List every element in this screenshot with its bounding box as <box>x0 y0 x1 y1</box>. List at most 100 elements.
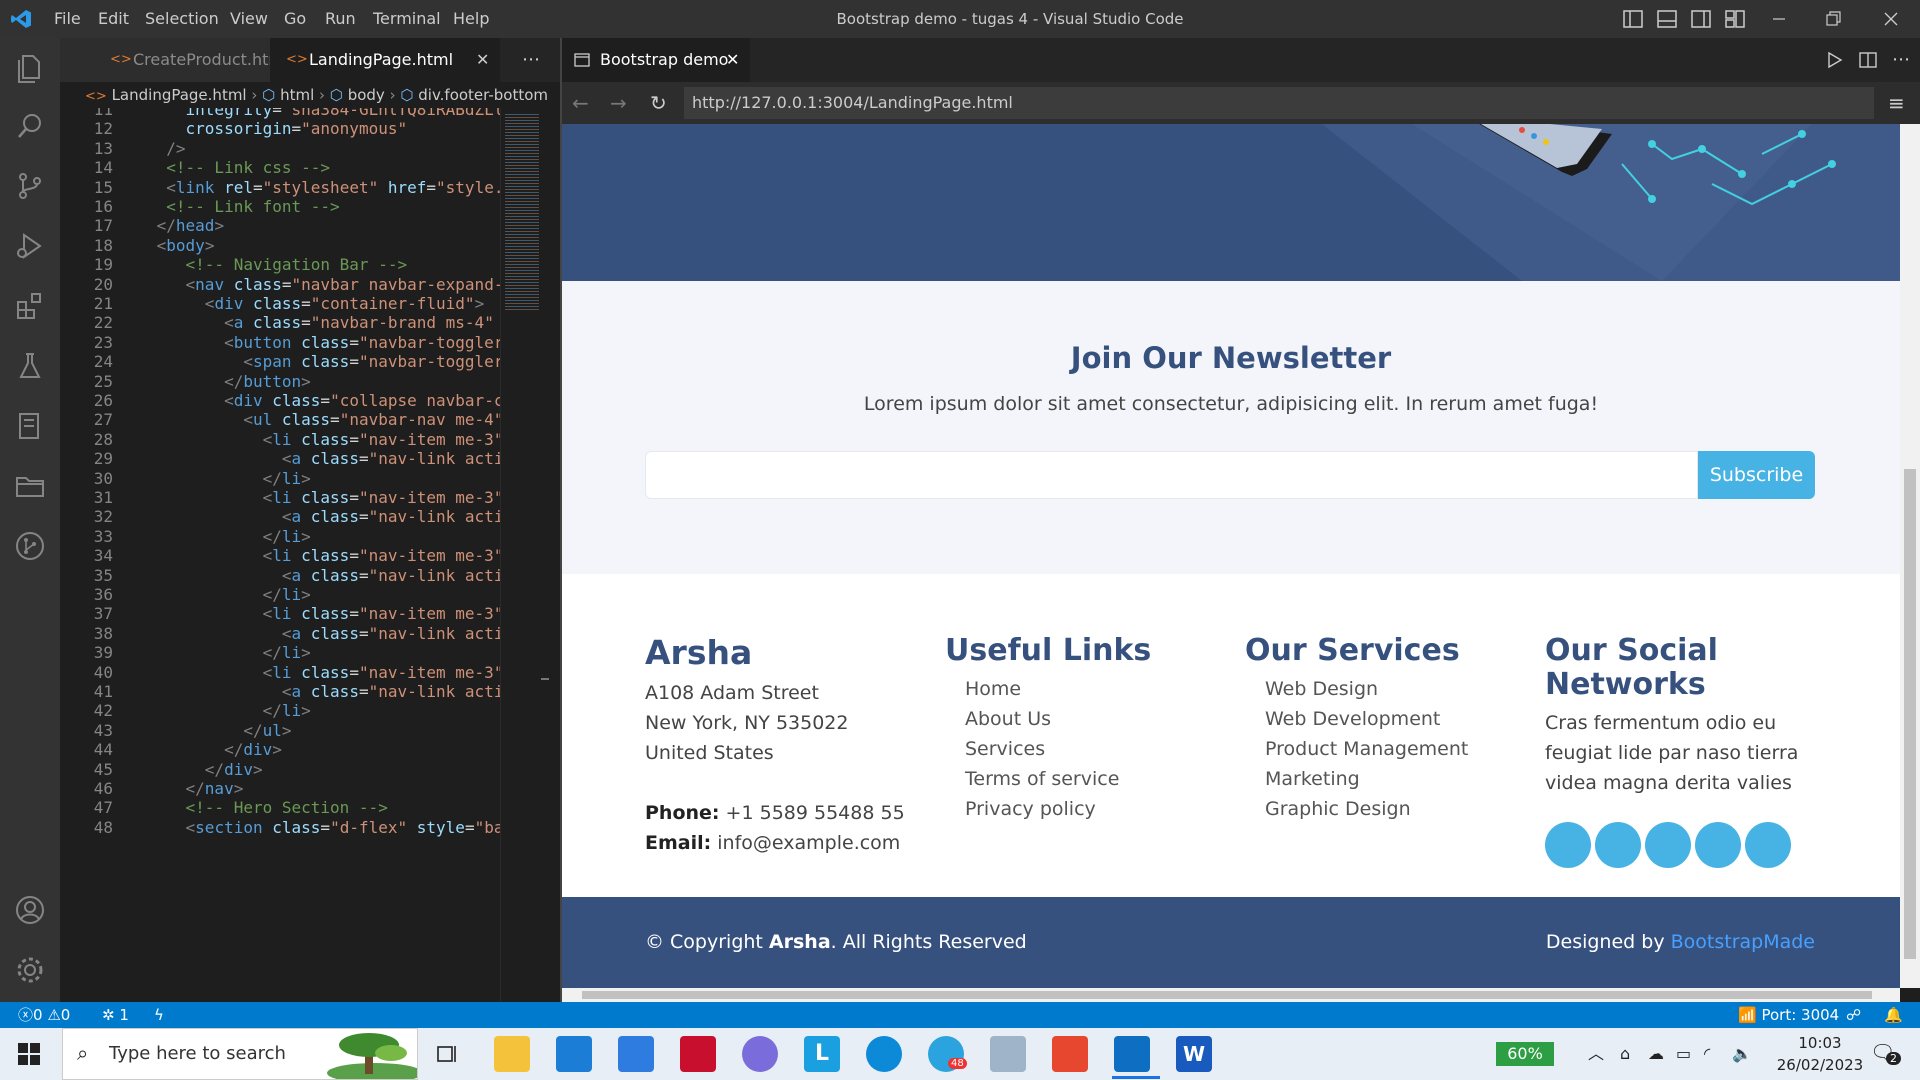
back-icon[interactable]: ← <box>572 82 589 124</box>
social-link-4[interactable] <box>1695 822 1741 868</box>
social-link-5[interactable] <box>1745 822 1791 868</box>
run-icon[interactable] <box>1824 50 1844 70</box>
git-graph-icon[interactable] <box>14 530 46 562</box>
accounts-icon[interactable] <box>14 894 46 926</box>
toggle-primary-sidebar-icon[interactable] <box>1622 8 1644 30</box>
breadcrumb-file[interactable]: LandingPage.html <box>112 86 247 104</box>
footer-link-services[interactable]: Services <box>945 734 1225 764</box>
battery-percent[interactable]: 60% <box>1496 1042 1554 1066</box>
code-line[interactable]: 48 <section class="d-flex" style="ba <box>60 816 500 840</box>
footer-service-item[interactable]: Web Development <box>1245 704 1525 734</box>
testing-icon[interactable] <box>14 350 46 382</box>
code-editor[interactable]: 11 integrity="sha384-GLhlTQ8iRABdZLl6 12 … <box>60 108 500 1002</box>
social-link-1[interactable] <box>1545 822 1591 868</box>
reload-icon[interactable]: ↻ <box>650 82 667 124</box>
menu-run[interactable]: Run <box>325 0 356 38</box>
menu-file[interactable]: File <box>54 0 81 38</box>
scrollbar-thumb[interactable] <box>582 991 1872 999</box>
l-app-icon[interactable]: L <box>804 1036 840 1072</box>
file-explorer-icon[interactable] <box>494 1036 530 1072</box>
social-link-3[interactable] <box>1645 822 1691 868</box>
menu-view[interactable]: View <box>230 0 268 38</box>
mcafee-icon[interactable] <box>680 1036 716 1072</box>
menu-go[interactable]: Go <box>284 0 306 38</box>
explorer-icon[interactable] <box>14 52 46 84</box>
clock[interactable]: 10:03 26/02/2023 <box>1760 1032 1880 1076</box>
source-control-icon[interactable] <box>14 170 46 202</box>
newsletter-email-input[interactable] <box>645 451 1698 499</box>
footer-link-home[interactable]: Home <box>945 674 1225 704</box>
horizontal-scrollbar[interactable] <box>562 988 1900 1002</box>
ports-indicator[interactable]: ✲ 1 <box>102 1002 129 1028</box>
photos-icon[interactable] <box>990 1036 1026 1072</box>
close-tab-icon[interactable]: ✕ <box>726 38 739 82</box>
feedback-icon[interactable]: ☍ <box>1846 1002 1861 1028</box>
volume-icon[interactable]: 🔈 <box>1732 1028 1752 1080</box>
search-icon[interactable] <box>14 110 46 142</box>
extensions-icon[interactable] <box>14 290 46 322</box>
tab-bootstrap-demo[interactable]: Bootstrap demo ✕ <box>562 38 750 82</box>
footer-service-item[interactable]: Graphic Design <box>1245 794 1525 824</box>
telegram-icon[interactable]: 48 <box>928 1036 967 1072</box>
minimize-icon[interactable] <box>1768 8 1790 30</box>
more-actions-icon[interactable]: ⋯ <box>522 38 540 82</box>
tab-createproduct[interactable]: <> CreateProduct.html <box>60 38 288 82</box>
menu-selection[interactable]: Selection <box>145 0 219 38</box>
split-editor-icon[interactable] <box>1858 50 1878 70</box>
photo-editor-icon[interactable] <box>1052 1036 1088 1072</box>
notification-center-icon[interactable]: 🗨 2 <box>1870 1040 1901 1066</box>
social-link-2[interactable] <box>1595 822 1641 868</box>
lightning-icon[interactable]: ϟ <box>154 1002 164 1028</box>
url-input[interactable]: http://127.0.0.1:3004/LandingPage.html <box>684 87 1874 119</box>
mail-icon[interactable] <box>556 1036 592 1072</box>
task-view-icon[interactable] <box>436 1042 460 1066</box>
forward-icon[interactable]: → <box>610 82 627 124</box>
footer-service-item[interactable]: Marketing <box>1245 764 1525 794</box>
footer-service-item[interactable]: Web Design <box>1245 674 1525 704</box>
copilot-icon[interactable] <box>742 1036 778 1072</box>
breadcrumb-body[interactable]: body <box>348 86 385 104</box>
battery-icon[interactable]: ▭ <box>1676 1028 1691 1080</box>
vertical-scrollbar[interactable] <box>1900 124 1920 988</box>
windows-start-icon[interactable] <box>18 1043 40 1065</box>
live-server-port[interactable]: 📶 Port: 3004 <box>1738 1002 1839 1028</box>
settings-gear-icon[interactable] <box>14 954 46 986</box>
onedrive-icon[interactable]: ☁ <box>1648 1028 1664 1080</box>
footer-link-terms[interactable]: Terms of service <box>945 764 1225 794</box>
close-tab-icon[interactable]: ✕ <box>476 38 489 82</box>
taskbar-search[interactable]: ⌕ Type here to search <box>62 1028 418 1080</box>
footer-link-about[interactable]: About Us <box>945 704 1225 734</box>
toggle-secondary-sidebar-icon[interactable] <box>1690 8 1712 30</box>
tray-app-icon[interactable]: ⌂ <box>1620 1028 1630 1080</box>
footer-link-privacy[interactable]: Privacy policy <box>945 794 1225 824</box>
close-window-icon[interactable] <box>1880 8 1902 30</box>
run-debug-icon[interactable] <box>14 230 46 262</box>
bootstrapmade-link[interactable]: BootstrapMade <box>1671 931 1815 953</box>
wifi-icon[interactable]: ◜ <box>1704 1028 1710 1080</box>
footer-service-item[interactable]: Product Management <box>1245 734 1525 764</box>
menu-icon[interactable]: ≡ <box>1888 82 1905 124</box>
word-icon[interactable]: W <box>1176 1036 1212 1072</box>
problems-indicator[interactable]: ⓧ0 ⚠0 <box>18 1002 70 1028</box>
show-hidden-icons-icon[interactable]: ︿ <box>1588 1028 1604 1080</box>
menu-terminal[interactable]: Terminal <box>373 0 441 38</box>
line-code: <a class="nav-link acti <box>281 682 500 701</box>
vscode-taskbar-icon[interactable] <box>1114 1036 1150 1072</box>
toggle-panel-icon[interactable] <box>1656 8 1678 30</box>
remote-explorer-icon[interactable] <box>14 410 46 442</box>
minimap[interactable] <box>500 108 551 1002</box>
todo-icon[interactable] <box>618 1036 654 1072</box>
more-actions-icon[interactable]: ⋯ <box>1892 38 1910 82</box>
edge-icon[interactable] <box>866 1036 902 1072</box>
menu-edit[interactable]: Edit <box>98 0 129 38</box>
breadcrumb-html[interactable]: html <box>280 86 314 104</box>
restore-icon[interactable] <box>1822 8 1844 30</box>
scrollbar-thumb[interactable] <box>1904 469 1916 959</box>
breadcrumb-div[interactable]: div.footer-bottom <box>418 86 548 104</box>
tab-landingpage[interactable]: <> LandingPage.html ✕ <box>270 38 500 82</box>
subscribe-button[interactable]: Subscribe <box>1698 451 1815 499</box>
folder-icon[interactable] <box>14 470 46 502</box>
menu-help[interactable]: Help <box>453 0 489 38</box>
notifications-bell-icon[interactable]: 🔔 <box>1884 1002 1903 1028</box>
customize-layout-icon[interactable] <box>1724 8 1746 30</box>
